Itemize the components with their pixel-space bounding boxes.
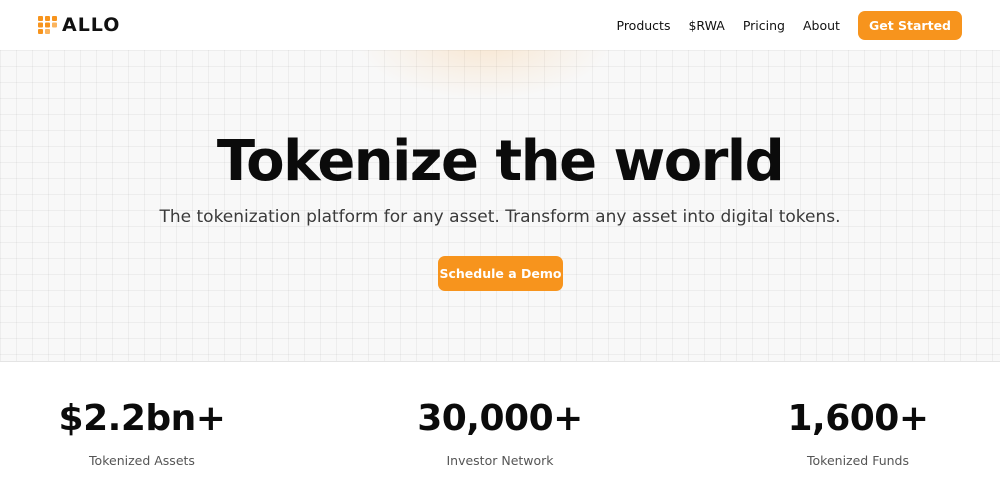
nav-link-pricing[interactable]: Pricing [743, 18, 785, 33]
hero-subtitle: The tokenization platform for any asset.… [159, 207, 841, 227]
stat-investor-network: 30,000+ Investor Network [380, 397, 620, 469]
stat-value: 30,000+ [417, 398, 583, 439]
brand-logo[interactable]: ALLO [38, 14, 120, 36]
stat-label: Investor Network [446, 453, 554, 468]
brand-name: ALLO [62, 14, 121, 36]
stat-tokenized-assets: $2.2bn+ Tokenized Assets [22, 397, 262, 469]
hero-section: Tokenize the world The tokenization plat… [0, 50, 1000, 362]
nav-link-about[interactable]: About [803, 18, 840, 33]
stat-value: 1,600+ [787, 398, 929, 439]
hero-title: Tokenize the world [216, 129, 785, 194]
allo-logo-grid-icon [38, 16, 58, 34]
stat-label: Tokenized Funds [807, 453, 909, 468]
stats-section: $2.2bn+ Tokenized Assets 30,000+ Investo… [0, 363, 1000, 503]
nav-link-rwa[interactable]: $RWA [688, 18, 724, 33]
stat-value: $2.2bn+ [58, 398, 226, 439]
hero-glow [355, 50, 615, 100]
top-navbar: ALLO Products $RWA Pricing About Get Sta… [0, 0, 1000, 50]
stat-tokenized-funds: 1,600+ Tokenized Funds [738, 397, 978, 469]
get-started-button[interactable]: Get Started [857, 10, 962, 40]
stat-label: Tokenized Assets [89, 453, 195, 468]
schedule-demo-button[interactable]: Schedule a Demo [438, 256, 563, 291]
nav-links: Products $RWA Pricing About Get Started [617, 10, 962, 40]
nav-link-products[interactable]: Products [617, 18, 671, 33]
